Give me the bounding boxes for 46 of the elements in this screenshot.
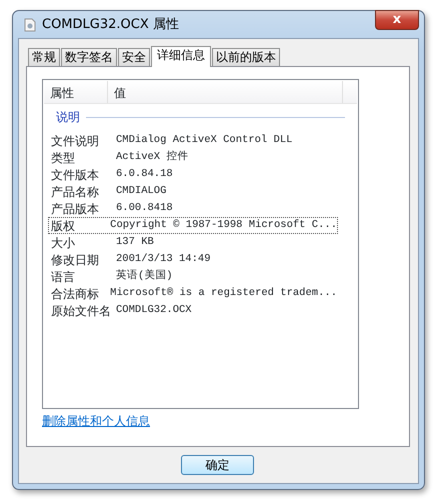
property-name: 文件说明: [50, 132, 100, 150]
property-value: Copyright © 1987-1998 Microsoft C...: [110, 218, 337, 233]
property-value: 137 KB: [116, 234, 154, 250]
ok-button[interactable]: 确定: [181, 455, 254, 475]
list-row[interactable]: 类型 ActiveX 控件: [48, 149, 338, 166]
property-value: CMDialog ActiveX Control DLL: [116, 132, 292, 148]
property-name: 产品名称: [50, 184, 100, 200]
property-value: Microsoft® is a registered tradem...: [110, 286, 337, 301]
property-name: 大小: [50, 234, 76, 252]
tab[interactable]: 详细信息: [151, 46, 211, 67]
tab[interactable]: 常规: [28, 48, 60, 66]
list-row[interactable]: 原始文件名 COMDLG32.OCX: [48, 302, 338, 319]
property-value: CMDIALOG: [116, 184, 166, 199]
property-name: 原始文件名: [50, 302, 112, 320]
property-name: 文件版本: [50, 166, 100, 184]
list-row[interactable]: 合法商标 Microsoft® is a registered tradem...: [48, 285, 338, 302]
property-value: 英语(美国): [116, 268, 173, 284]
property-value: 6.00.8418: [116, 200, 173, 216]
tab[interactable]: 安全: [118, 48, 150, 66]
tab[interactable]: 数字签名: [61, 48, 117, 66]
property-name: 类型: [50, 150, 76, 166]
window-title: COMDLG32.OCX 属性: [42, 16, 179, 34]
property-name: 合法商标: [50, 286, 100, 302]
property-value: 6.0.84.18: [116, 166, 173, 182]
list-row[interactable]: 修改日期 2001/3/13 14:49: [48, 251, 338, 268]
tab[interactable]: 以前的版本: [212, 48, 280, 66]
list-row[interactable]: 版权 Copyright © 1987-1998 Microsoft C...: [48, 217, 338, 234]
property-name: 语言: [50, 268, 76, 286]
file-icon: [24, 18, 36, 32]
group-label: 说明: [56, 109, 80, 126]
property-name: 产品版本: [50, 200, 100, 218]
list-row[interactable]: 文件说明 CMDialog ActiveX Control DLL: [48, 132, 338, 149]
list-row[interactable]: 大小 137 KB: [48, 234, 338, 251]
column-header[interactable]: 值: [108, 81, 343, 103]
remove-properties-link[interactable]: 删除属性和个人信息: [42, 412, 150, 430]
column-header[interactable]: 属性: [44, 81, 108, 103]
property-value: ActiveX 控件: [116, 150, 188, 165]
property-value: 2001/3/13 14:49: [116, 252, 211, 267]
close-button[interactable]: x: [375, 10, 419, 30]
list-row[interactable]: 文件版本 6.0.84.18: [48, 166, 338, 183]
property-name: 修改日期: [50, 252, 100, 268]
property-value: COMDLG32.OCX: [116, 302, 192, 318]
list-row[interactable]: 产品版本 6.00.8418: [48, 200, 338, 217]
property-name: 版权: [50, 218, 76, 234]
list-row[interactable]: 语言 英语(美国): [48, 268, 338, 285]
list-row[interactable]: 产品名称 CMDIALOG: [48, 183, 338, 200]
